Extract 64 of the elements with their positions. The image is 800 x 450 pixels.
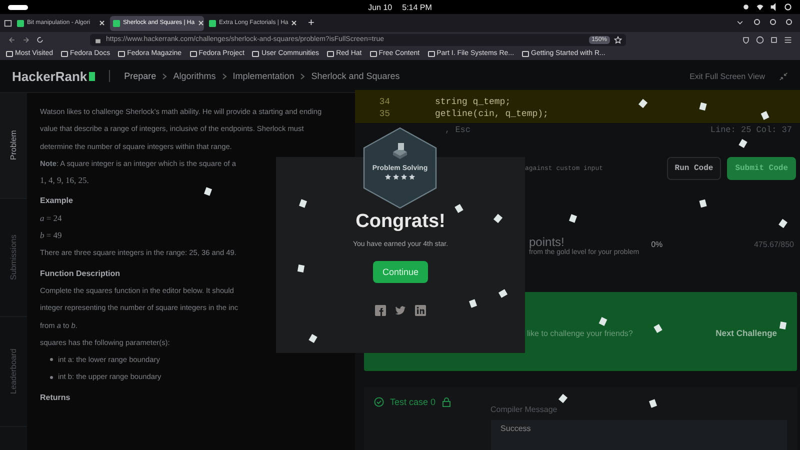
new-tab-button[interactable]: + <box>302 17 320 29</box>
close-icon[interactable] <box>198 20 204 26</box>
volume-icon <box>770 3 778 11</box>
bullet <box>50 358 53 362</box>
menu-icon[interactable] <box>784 36 792 44</box>
shield-icon[interactable] <box>742 36 750 44</box>
account-icon[interactable] <box>756 36 764 44</box>
breadcrumb-link[interactable]: Sherlock and Squares <box>311 71 400 81</box>
bullet <box>50 376 53 379</box>
breadcrumb-link[interactable]: Prepare <box>124 71 156 81</box>
check-circle-icon <box>374 397 384 407</box>
star-icon <box>401 174 407 180</box>
code-line: getline(cin, q_temp); <box>435 108 548 120</box>
points-heading: points! <box>529 235 564 250</box>
number-list: 1, 4, 9, 16, 25. <box>40 172 89 190</box>
tab-overview-icon[interactable] <box>4 19 12 27</box>
dialog-heading: Congrats! <box>356 211 446 233</box>
function-heading: Function Description <box>40 268 120 280</box>
returns-heading: Returns <box>40 392 70 404</box>
stacked-blocks-icon <box>391 143 409 159</box>
chevron-down-icon[interactable] <box>736 19 744 27</box>
twitter-icon[interactable] <box>395 305 406 316</box>
clock-text: 5:14 PM <box>402 2 432 12</box>
test-case-tab[interactable]: Test case 0 <box>390 397 436 450</box>
score-text: 475.67/850 <box>754 240 794 249</box>
code-editor[interactable]: 34 string q_temp; 35 getline(cin, q_temp); <box>355 90 800 124</box>
line-number: 35 <box>378 108 390 120</box>
run-button[interactable]: Run Code <box>666 157 722 180</box>
star-icon[interactable] <box>614 36 622 44</box>
linkedin-icon[interactable] <box>415 305 426 316</box>
close-icon[interactable] <box>291 20 298 26</box>
cursor-position: Line: 25 Col: 37 <box>710 124 792 135</box>
example-line: b = 49 <box>40 229 62 242</box>
star-icon <box>393 174 399 180</box>
compiler-label: Compiler Message <box>490 405 558 414</box>
next-challenge-link[interactable]: Next Challenge <box>716 328 777 338</box>
date-text: Jun 10 <box>368 2 392 12</box>
compiler-output: Success <box>490 420 787 450</box>
collapse-icon[interactable] <box>779 72 788 80</box>
shortcut-hint: , Esc <box>445 124 471 135</box>
line-number: 34 <box>378 96 390 108</box>
star-icon <box>385 174 391 180</box>
back-icon[interactable] <box>8 36 16 44</box>
breadcrumb-link[interactable]: Algorithms <box>173 71 216 81</box>
star-icon <box>409 174 415 180</box>
example-line: a = 24 <box>40 212 62 225</box>
progress-percent: 0% <box>651 240 663 249</box>
chevron-right-icon <box>222 72 227 80</box>
reload-icon[interactable] <box>36 36 44 44</box>
forward-icon[interactable] <box>22 36 30 44</box>
exit-fullscreen-link[interactable]: Exit Full Screen View <box>690 72 765 80</box>
wifi-icon <box>756 3 764 11</box>
share-prompt: like to challenge your friends? <box>527 328 633 338</box>
logo-text: HackerRank <box>12 68 88 84</box>
example-heading: Example <box>40 195 73 208</box>
activities-indicator[interactable] <box>8 4 28 10</box>
side-tab[interactable]: Problem <box>0 93 27 199</box>
breadcrumb-link[interactable]: Implementation <box>232 71 294 81</box>
chevron-right-icon <box>300 72 306 80</box>
close-icon[interactable] <box>99 20 105 26</box>
code-line: string q_temp; <box>435 96 511 108</box>
facebook-icon[interactable] <box>375 305 386 316</box>
logo-mark <box>89 72 96 80</box>
chevron-right-icon <box>162 72 168 80</box>
